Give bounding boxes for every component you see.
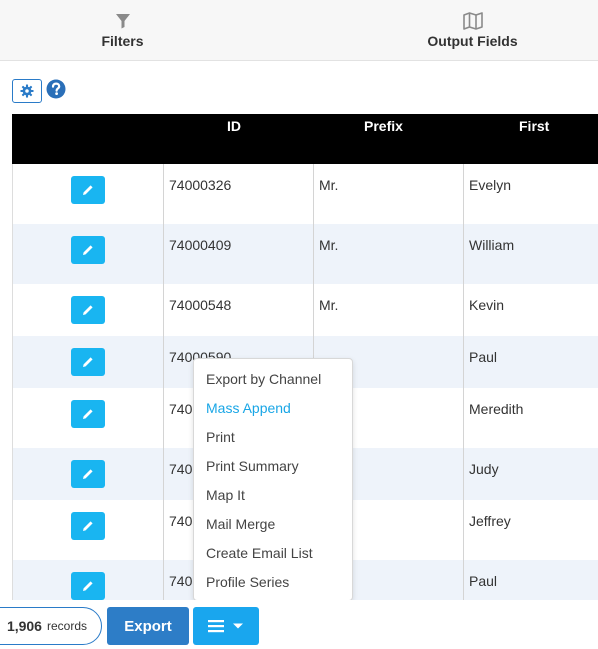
table-row: 74000326 Mr. Evelyn	[12, 164, 598, 224]
help-icon[interactable]	[46, 79, 66, 99]
pencil-icon	[83, 357, 93, 367]
edit-button[interactable]	[71, 460, 105, 488]
cell-id: 74000409	[169, 237, 232, 253]
tab-output-fields[interactable]: Output Fields	[345, 0, 598, 60]
map-icon	[462, 12, 483, 30]
menu-item-print-summary[interactable]: Print Summary	[194, 454, 352, 483]
cell-prefix: Mr.	[319, 177, 339, 193]
cell-id: 740	[169, 461, 193, 477]
pencil-icon	[83, 305, 93, 315]
export-button[interactable]: Export	[107, 607, 189, 645]
cell-first: Jeffrey	[469, 513, 511, 529]
records-count: 1,906	[6, 618, 42, 634]
filter-icon	[115, 14, 130, 29]
actions-dropdown-menu: Export by Channel Mass Append Print Prin…	[193, 358, 353, 601]
cell-first: Paul	[469, 573, 498, 589]
tab-filters-label: Filters	[101, 33, 144, 49]
cell-id: 74000326	[169, 177, 232, 193]
pencil-icon	[83, 185, 93, 195]
cell-id: 740	[169, 513, 193, 529]
footer-bar: 1,906 records Export	[0, 600, 598, 649]
table-row: 74000409 Mr. William	[12, 224, 598, 284]
settings-button[interactable]	[12, 79, 42, 103]
menu-item-mass-append[interactable]: Mass Append	[194, 396, 352, 425]
pencil-icon	[83, 409, 93, 419]
edit-button[interactable]	[71, 400, 105, 428]
tab-bar: Filters Output Fields	[0, 0, 598, 61]
cell-id: 74000548	[169, 297, 232, 313]
cell-id: 740	[169, 573, 193, 589]
menu-item-profile-series[interactable]: Profile Series	[194, 570, 352, 599]
cell-id: 740	[169, 401, 193, 417]
menu-item-export-by-channel[interactable]: Export by Channel	[194, 367, 352, 396]
table-row: 74000548 Mr. Kevin	[12, 284, 598, 336]
tab-output-fields-label: Output Fields	[427, 33, 518, 49]
cell-first: Kevin	[469, 297, 505, 313]
edit-button[interactable]	[71, 176, 105, 204]
header-first[interactable]: First	[519, 118, 549, 134]
menu-item-map-it[interactable]: Map It	[194, 483, 352, 512]
menu-item-print[interactable]: Print	[194, 425, 352, 454]
menu-item-mail-merge[interactable]: Mail Merge	[194, 512, 352, 541]
edit-button[interactable]	[71, 296, 105, 324]
pencil-icon	[83, 521, 93, 531]
header-prefix[interactable]: Prefix	[364, 118, 403, 134]
records-label: records	[46, 619, 87, 633]
gear-icon	[20, 84, 34, 98]
cell-first: Paul	[469, 349, 498, 365]
pencil-icon	[83, 469, 93, 479]
edit-button[interactable]	[71, 348, 105, 376]
records-count-badge: 1,906 records	[0, 607, 102, 645]
tab-filters[interactable]: Filters	[0, 0, 245, 60]
header-id[interactable]: ID	[227, 118, 241, 134]
caret-down-icon	[233, 623, 243, 629]
cell-first: Judy	[469, 461, 499, 477]
pencil-icon	[83, 581, 93, 591]
edit-button[interactable]	[71, 512, 105, 540]
table-header: ID Prefix First	[12, 114, 598, 164]
edit-button[interactable]	[71, 236, 105, 264]
edit-button[interactable]	[71, 572, 105, 600]
menu-item-create-email-list[interactable]: Create Email List	[194, 541, 352, 570]
cell-prefix: Mr.	[319, 297, 339, 313]
cell-first: Evelyn	[469, 177, 512, 193]
cell-first: William	[469, 237, 515, 253]
pencil-icon	[83, 245, 93, 255]
cell-first: Meredith	[469, 401, 524, 417]
cell-prefix: Mr.	[319, 237, 339, 253]
actions-menu-button[interactable]	[193, 607, 259, 645]
hamburger-icon	[208, 620, 224, 633]
